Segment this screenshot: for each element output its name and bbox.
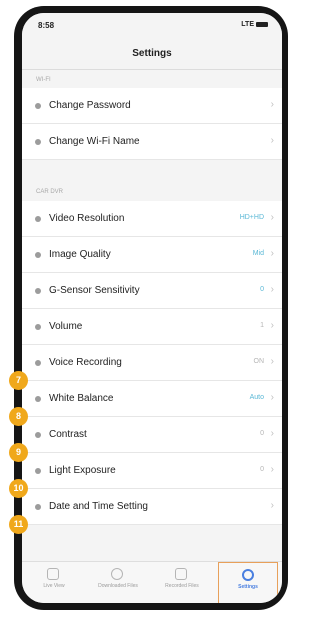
row-g-sensor-sensitivity[interactable]: G-Sensor Sensitivity 0 ›: [22, 273, 282, 309]
row-label: G-Sensor Sensitivity: [49, 285, 140, 296]
row-value: 0: [260, 466, 264, 473]
bullet-icon: [35, 360, 41, 366]
chevron-right-icon: ›: [270, 320, 274, 331]
row-label: Date and Time Setting: [49, 501, 148, 512]
row-label: Image Quality: [49, 249, 111, 260]
battery-icon: [256, 21, 268, 27]
bullet-icon: [35, 139, 41, 145]
nav-bar: Settings: [22, 39, 282, 70]
row-change-wifi-name[interactable]: Change Wi-Fi Name ›: [22, 124, 282, 160]
row-light-exposure[interactable]: Light Exposure 0 ›: [22, 453, 282, 489]
section-header-car-dvr: CAR DVR: [36, 189, 64, 195]
tab-bar: Live View Downloaded Files Recorded File…: [22, 561, 282, 603]
tab-downloaded-files[interactable]: Downloaded Files: [88, 562, 148, 603]
row-video-resolution[interactable]: Video Resolution HD+HD ›: [22, 201, 282, 237]
tab-recorded-files[interactable]: Recorded Files: [152, 562, 212, 603]
tab-label: Live View: [43, 583, 65, 589]
row-label: Change Wi-Fi Name: [49, 136, 140, 147]
status-signal: LTE: [241, 21, 268, 28]
row-volume[interactable]: Volume 1 ›: [22, 309, 282, 345]
row-change-password[interactable]: Change Password ›: [22, 88, 282, 124]
row-label: Light Exposure: [49, 465, 116, 476]
row-white-balance[interactable]: White Balance Auto ›: [22, 381, 282, 417]
bullet-icon: [35, 324, 41, 330]
gear-icon: [242, 569, 254, 581]
row-value: Auto: [249, 394, 264, 401]
row-label: White Balance: [49, 393, 114, 404]
bullet-icon: [35, 504, 41, 510]
tab-settings[interactable]: Settings: [218, 562, 278, 603]
bullet-icon: [35, 432, 41, 438]
callout-badge-10: 10: [9, 479, 28, 498]
row-value: 0: [260, 286, 264, 293]
camera-icon: [47, 568, 59, 580]
callout-badge-11: 11: [9, 515, 28, 534]
chevron-right-icon: ›: [270, 284, 274, 295]
row-image-quality[interactable]: Image Quality Mid ›: [22, 237, 282, 273]
play-circle-icon: [111, 568, 123, 580]
callout-badge-7: 7: [9, 371, 28, 390]
callout-badge-9: 9: [9, 443, 28, 462]
page-title: Settings: [132, 48, 172, 59]
screen: 8:58 LTE Settings WI-FI Change Password …: [22, 13, 282, 603]
tab-label: Settings: [238, 584, 258, 590]
chevron-right-icon: ›: [270, 212, 274, 223]
bullet-icon: [35, 396, 41, 402]
row-value: HD+HD: [239, 214, 264, 221]
row-date-time-setting[interactable]: Date and Time Setting ›: [22, 489, 282, 525]
row-contrast[interactable]: Contrast 0 ›: [22, 417, 282, 453]
row-label: Voice Recording: [49, 357, 122, 368]
status-bar: 8:58 LTE: [22, 13, 282, 39]
chevron-right-icon: ›: [270, 392, 274, 403]
play-file-icon: [175, 568, 187, 580]
chevron-right-icon: ›: [270, 464, 274, 475]
callout-badge-8: 8: [9, 407, 28, 426]
chevron-right-icon: ›: [270, 99, 274, 110]
tab-label: Downloaded Files: [98, 583, 138, 589]
bullet-icon: [35, 103, 41, 109]
row-label: Contrast: [49, 429, 87, 440]
row-label: Video Resolution: [49, 213, 125, 224]
row-value: ON: [253, 358, 265, 365]
row-label: Change Password: [49, 100, 131, 111]
bullet-icon: [35, 288, 41, 294]
row-value: Mid: [252, 250, 264, 257]
row-label: Volume: [49, 321, 83, 332]
row-value: 1: [260, 322, 264, 329]
bullet-icon: [35, 216, 41, 222]
bullet-icon: [35, 468, 41, 474]
section-header-wifi: WI-FI: [36, 77, 51, 83]
chevron-right-icon: ›: [270, 428, 274, 439]
chevron-right-icon: ›: [270, 135, 274, 146]
signal-text: LTE: [241, 21, 254, 28]
tab-live-view[interactable]: Live View: [24, 562, 84, 603]
chevron-right-icon: ›: [270, 356, 274, 367]
chevron-right-icon: ›: [270, 248, 274, 259]
tab-label: Recorded Files: [165, 583, 199, 589]
row-voice-recording[interactable]: Voice Recording ON ›: [22, 345, 282, 381]
row-value: 0: [260, 430, 264, 437]
status-time: 8:58: [38, 21, 55, 30]
chevron-right-icon: ›: [270, 500, 274, 511]
bullet-icon: [35, 252, 41, 258]
